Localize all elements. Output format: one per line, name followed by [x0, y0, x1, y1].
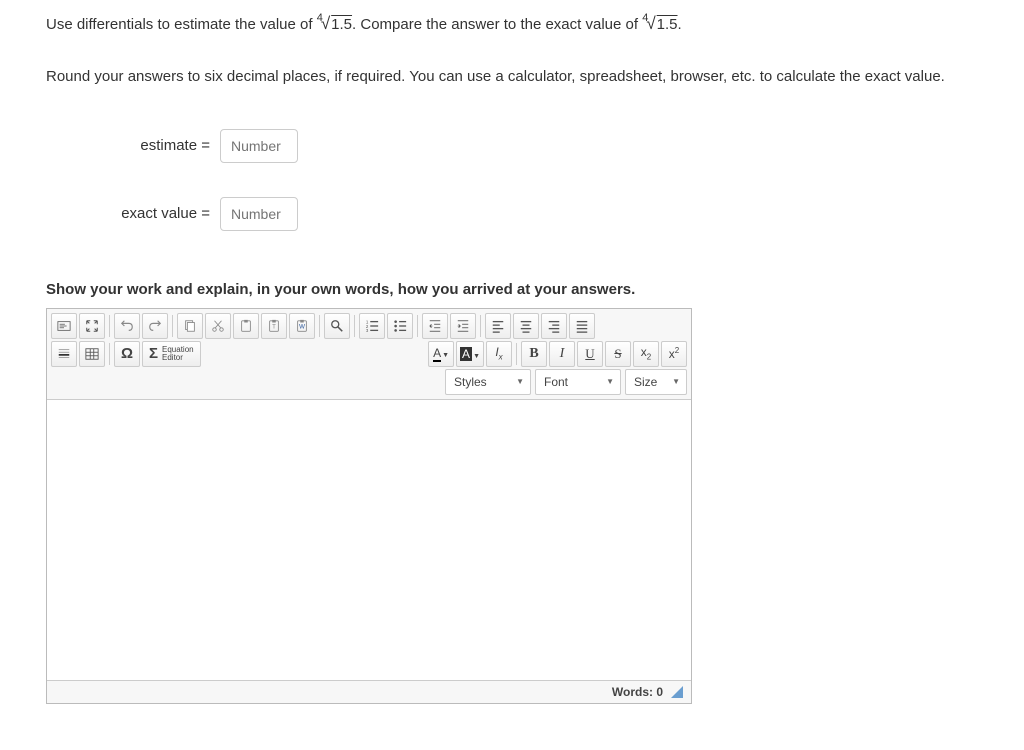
indent-icon[interactable] [450, 313, 476, 339]
font-dropdown[interactable]: Font▼ [535, 369, 621, 395]
rich-text-editor: T W 123 Ω Σ EquationEditor [46, 308, 692, 704]
svg-text:T: T [272, 323, 276, 330]
question-text: Use differentials to estimate the value … [46, 10, 1004, 37]
word-count: Words: 0 [612, 685, 663, 699]
bg-color-button[interactable]: A▼ [456, 341, 484, 367]
align-right-icon[interactable] [541, 313, 567, 339]
exact-input[interactable] [220, 197, 298, 231]
align-center-icon[interactable] [513, 313, 539, 339]
bullet-list-icon[interactable] [387, 313, 413, 339]
resize-grip[interactable] [671, 686, 683, 698]
subscript-button[interactable]: x2 [633, 341, 659, 367]
copy-icon[interactable] [177, 313, 203, 339]
table-icon[interactable] [79, 341, 105, 367]
editor-footer: Words: 0 [47, 680, 691, 703]
outdent-icon[interactable] [422, 313, 448, 339]
maximize-icon[interactable] [79, 313, 105, 339]
redo-icon[interactable] [142, 313, 168, 339]
remove-format-button[interactable]: Ix [486, 341, 512, 367]
math-expr-2: 4√1.5 [642, 16, 677, 33]
bold-button[interactable]: B [521, 341, 547, 367]
svg-text:W: W [299, 323, 305, 330]
paste-word-icon[interactable]: W [289, 313, 315, 339]
size-dropdown[interactable]: Size▼ [625, 369, 687, 395]
q-part2: . Compare the answer to the exact value … [352, 16, 642, 33]
align-left-icon[interactable] [485, 313, 511, 339]
estimate-label: estimate = [100, 137, 210, 154]
q-part1: Use differentials to estimate the value … [46, 16, 317, 33]
undo-icon[interactable] [114, 313, 140, 339]
estimate-input[interactable] [220, 129, 298, 163]
sigma-icon: Σ [149, 345, 158, 362]
strike-button[interactable]: S [605, 341, 631, 367]
styles-dropdown[interactable]: Styles▼ [445, 369, 531, 395]
source-icon[interactable] [51, 313, 77, 339]
work-prompt: Show your work and explain, in your own … [46, 281, 1004, 298]
paste-text-icon[interactable]: T [261, 313, 287, 339]
svg-text:3: 3 [366, 328, 369, 333]
estimate-row: estimate = [100, 129, 1004, 163]
text-color-button[interactable]: A▼ [428, 341, 454, 367]
find-icon[interactable] [324, 313, 350, 339]
equation-editor-button[interactable]: Σ EquationEditor [142, 341, 201, 367]
exact-label: exact value = [100, 205, 210, 222]
editor-textarea[interactable] [47, 400, 691, 680]
underline-button[interactable]: U [577, 341, 603, 367]
editor-toolbar: T W 123 Ω Σ EquationEditor [47, 309, 691, 400]
cut-icon[interactable] [205, 313, 231, 339]
align-justify-icon[interactable] [569, 313, 595, 339]
italic-button[interactable]: I [549, 341, 575, 367]
special-char-icon[interactable]: Ω [114, 341, 140, 367]
hr-icon[interactable] [51, 341, 77, 367]
exact-row: exact value = [100, 197, 1004, 231]
math-expr-1: 4√1.5 [317, 16, 352, 33]
paste-icon[interactable] [233, 313, 259, 339]
numbered-list-icon[interactable]: 123 [359, 313, 385, 339]
q-part3: . [678, 16, 682, 33]
superscript-button[interactable]: x2 [661, 341, 687, 367]
instructions: Round your answers to six decimal places… [46, 65, 1004, 89]
